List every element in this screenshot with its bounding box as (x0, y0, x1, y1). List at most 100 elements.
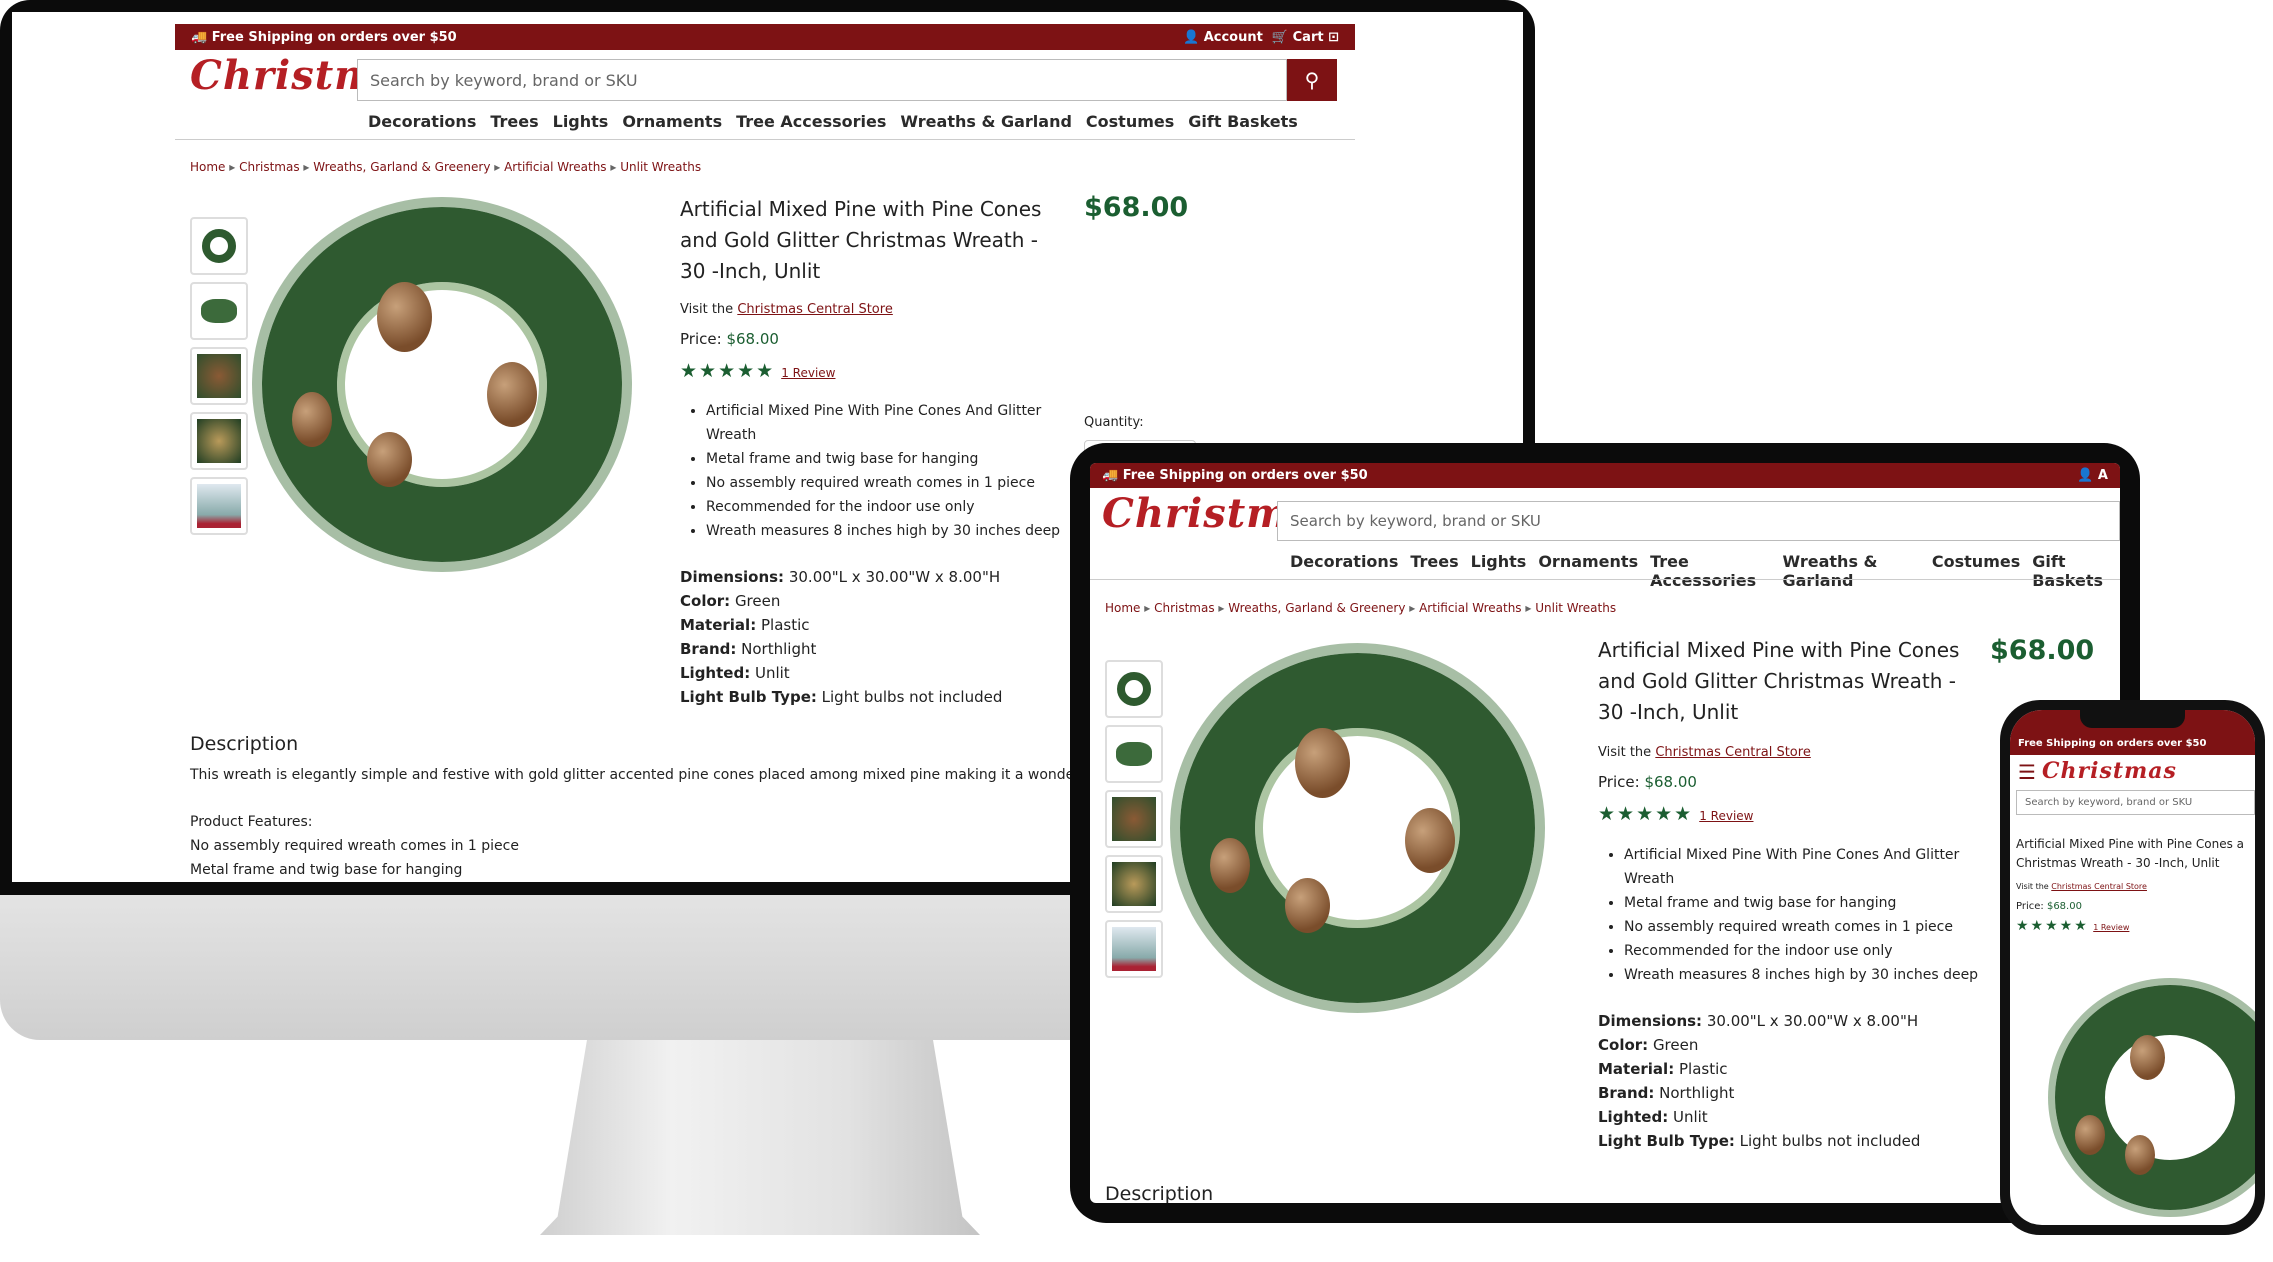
tablet-thumbnail-2[interactable] (1105, 725, 1163, 783)
phone-menu-icon[interactable]: ☰ (2018, 760, 2036, 784)
phone-site-logo[interactable]: Christmas (2042, 758, 2177, 784)
nav-trees[interactable]: Trees (490, 112, 538, 131)
nav-ornaments[interactable]: Ornaments (622, 112, 722, 131)
tablet-thumbnail-1[interactable] (1105, 660, 1163, 718)
spec-list: Dimensions: 30.00"L x 30.00"W x 8.00"H C… (680, 565, 1002, 709)
phone-product-image[interactable] (2055, 985, 2255, 1210)
spec-lighted: Lighted: Unlit (680, 664, 790, 682)
reviews-link[interactable]: 1 Review (781, 366, 835, 380)
search-button[interactable]: ⚲ (1287, 59, 1337, 101)
spec-bulb-type: Light Bulb Type: Light bulbs not include… (680, 688, 1003, 706)
crumb-artificial[interactable]: Artificial Wreaths (504, 160, 606, 174)
tablet-nav-lights[interactable]: Lights (1471, 552, 1527, 590)
tablet-product-title: Artificial Mixed Pine with Pine Cones an… (1598, 638, 1960, 724)
tablet-nav-costumes[interactable]: Costumes (1932, 552, 2020, 590)
price-main: $68.00 (1084, 192, 1189, 223)
thumbnail-4[interactable] (190, 412, 248, 470)
shipping-text: Free Shipping on orders over $50 (211, 29, 457, 45)
tablet-nav-trees[interactable]: Trees (1410, 552, 1458, 590)
header-divider (175, 139, 1355, 140)
phone-product-title: Artificial Mixed Pine with Pine Cones a … (2016, 837, 2245, 870)
tablet-price-line: Price: $68.00 (1598, 773, 1697, 791)
truck-icon: 🚚 (191, 29, 208, 45)
spec-dimensions: Dimensions: 30.00"L x 30.00"W x 8.00"H (680, 568, 1001, 586)
crumb-christmas[interactable]: Christmas (239, 160, 300, 174)
nav-tree-accessories[interactable]: Tree Accessories (736, 112, 886, 131)
phone-search-input[interactable]: Search by keyword, brand or SKU (2016, 790, 2255, 815)
nav-wreaths-garland[interactable]: Wreaths & Garland (900, 112, 1072, 131)
crumb-unlit[interactable]: Unlit Wreaths (620, 160, 701, 174)
tablet-shipping-banner: 🚚 Free Shipping on orders over $50 👤 A (1090, 463, 2120, 488)
feature-line-1: No assembly required wreath comes in 1 p… (190, 838, 519, 854)
cart-link[interactable]: 🛒 Cart ⊡ (1272, 30, 1339, 45)
tablet-nav-decorations[interactable]: Decorations (1290, 552, 1398, 590)
main-nav: Decorations Trees Lights Ornaments Tree … (368, 112, 1298, 131)
star-rating-icon: ★★★★★ (680, 360, 776, 382)
tablet-screen: 🚚 Free Shipping on orders over $50 👤 A C… (1090, 463, 2120, 1203)
tablet-bezel: 🚚 Free Shipping on orders over $50 👤 A C… (1070, 443, 2140, 1223)
phone-star-rating-icon: ★★★★★ (2016, 918, 2089, 934)
phone-bezel: Free Shipping on orders over $50 ☰ Chris… (2000, 700, 2265, 1235)
crumb-home[interactable]: Home (190, 160, 225, 174)
search-icon: ⚲ (1304, 68, 1320, 92)
nav-lights[interactable]: Lights (553, 112, 609, 131)
feature-bullets: Artificial Mixed Pine With Pine Cones An… (684, 399, 1076, 543)
bullet-5: Wreath measures 8 inches high by 30 inch… (706, 519, 1076, 543)
product-image[interactable] (262, 207, 622, 562)
thumbnail-5[interactable] (190, 477, 248, 535)
bullet-3: No assembly required wreath comes in 1 p… (706, 471, 1076, 495)
crumb-wreaths[interactable]: Wreaths, Garland & Greenery (313, 160, 490, 174)
tablet-thumbnail-5[interactable] (1105, 920, 1163, 978)
tablet-product-image[interactable] (1180, 653, 1535, 1003)
tablet-rating: ★★★★★ 1 Review (1598, 803, 1753, 825)
tablet-description-heading: Description (1105, 1183, 1214, 1203)
phone-visit-store: Visit the Christmas Central Store (2016, 882, 2147, 891)
tablet-spec-list: Dimensions: 30.00"L x 30.00"W x 8.00"H C… (1598, 1012, 1921, 1150)
tablet-truck-icon: 🚚 (1102, 468, 1119, 483)
tablet-store-link[interactable]: Christmas Central Store (1655, 745, 1811, 760)
tablet-thumbnail-4[interactable] (1105, 855, 1163, 913)
spec-material: Material: Plastic (680, 616, 810, 634)
description-heading: Description (190, 733, 299, 755)
search-input[interactable]: Search by keyword, brand or SKU (357, 59, 1287, 101)
spec-brand: Brand: Northlight (680, 640, 817, 658)
tablet-nav-gift-baskets[interactable]: Gift Baskets (2032, 552, 2120, 590)
tablet-thumbnail-3[interactable] (1105, 790, 1163, 848)
tablet-feature-bullets: Artificial Mixed Pine With Pine Cones An… (1602, 843, 1994, 987)
tablet-reviews-link[interactable]: 1 Review (1699, 809, 1753, 823)
spec-color: Color: Green (680, 592, 781, 610)
tablet-visit-store: Visit the Christmas Central Store (1598, 745, 1811, 760)
shipping-banner: 🚚 Free Shipping on orders over $50 👤 Acc… (175, 24, 1355, 50)
tablet-nav-ornaments[interactable]: Ornaments (1538, 552, 1638, 590)
tablet-search-input[interactable]: Search by keyword, brand or SKU (1277, 501, 2120, 541)
nav-costumes[interactable]: Costumes (1086, 112, 1174, 131)
feature-line-2: Metal frame and twig base for hanging (190, 862, 463, 878)
thumbnail-3[interactable] (190, 347, 248, 405)
features-heading: Product Features: (190, 814, 313, 830)
bullet-4: Recommended for the indoor use only (706, 495, 1076, 519)
store-link[interactable]: Christmas Central Store (737, 302, 893, 317)
tablet-main-nav: Decorations Trees Lights Ornaments Tree … (1290, 552, 2120, 590)
tablet-star-rating-icon: ★★★★★ (1598, 803, 1694, 825)
product-title: Artificial Mixed Pine with Pine Cones an… (680, 197, 1042, 283)
phone-price-line: Price: $68.00 (2016, 901, 2082, 912)
tablet-nav-wreaths-garland[interactable]: Wreaths & Garland (1783, 552, 1920, 590)
thumbnail-1[interactable] (190, 217, 248, 275)
account-link[interactable]: 👤 Account (1183, 30, 1263, 45)
tablet-header-divider (1090, 579, 2120, 580)
tablet-account-icon[interactable]: 👤 A (2077, 468, 2108, 483)
breadcrumb: Home ▸ Christmas ▸ Wreaths, Garland & Gr… (190, 160, 702, 174)
nav-gift-baskets[interactable]: Gift Baskets (1188, 112, 1298, 131)
phone-screen: Free Shipping on orders over $50 ☰ Chris… (2010, 710, 2255, 1225)
tablet-breadcrumb: Home ▸ Christmas ▸ Wreaths, Garland & Gr… (1105, 601, 1617, 615)
price-line: Price: $68.00 (680, 330, 779, 348)
rating: ★★★★★ 1 Review (680, 360, 835, 382)
phone-rating: ★★★★★ 1 Review (2016, 918, 2130, 934)
bullet-2: Metal frame and twig base for hanging (706, 447, 1076, 471)
bullet-1: Artificial Mixed Pine With Pine Cones An… (706, 399, 1076, 447)
nav-decorations[interactable]: Decorations (368, 112, 476, 131)
tablet-nav-tree-accessories[interactable]: Tree Accessories (1650, 552, 1770, 590)
tablet-price-main: $68.00 (1990, 635, 2095, 666)
thumbnail-2[interactable] (190, 282, 248, 340)
quantity-label: Quantity: (1084, 415, 1144, 430)
